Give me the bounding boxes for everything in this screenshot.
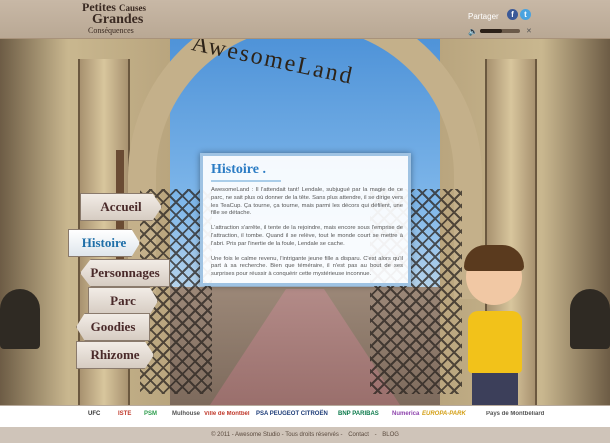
share-label: Partager [468, 12, 499, 21]
facebook-icon[interactable]: f [507, 9, 518, 20]
sponsor-logo[interactable]: PSA PEUGEOT CITROËN [256, 411, 328, 417]
character-shirt [468, 311, 522, 373]
close-icon[interactable]: ✕ [526, 27, 532, 35]
paragraph-2: L'attraction s'arrête, il tente de la re… [211, 225, 403, 247]
sponsor-logo[interactable]: UFC [88, 411, 100, 417]
character-lendale [460, 245, 530, 405]
volume-slider[interactable] [480, 29, 520, 33]
site-logo[interactable]: Petites Causes Grandes Conséquences [82, 1, 162, 36]
audio-player: 🔈 ✕ [468, 27, 538, 36]
nav-parc[interactable]: Parc [88, 287, 158, 315]
sponsor-logo[interactable]: EUROPA-PARK [422, 411, 466, 417]
panel-text: AwesomeLand : Il l'attendait tant! Lenda… [211, 187, 403, 286]
character-hair [464, 245, 524, 271]
nav-accueil[interactable]: Accueil [80, 193, 162, 221]
nav-rhizome[interactable]: Rhizome [76, 341, 154, 369]
title-underline [211, 180, 281, 182]
contact-link[interactable]: Contact [348, 432, 369, 438]
blog-link[interactable]: BLOG [382, 432, 399, 438]
paragraph-1: AwesomeLand : Il l'attendait tant! Lenda… [211, 187, 403, 217]
story-panel: Histoire . AwesomeLand : Il l'attendait … [200, 153, 411, 286]
twitter-icon[interactable]: t [520, 9, 531, 20]
footer-separator: - [374, 432, 377, 438]
paragraph-3: Une fois le calme revenu, l'intrigante j… [211, 255, 403, 278]
speaker-icon[interactable]: 🔈 [468, 27, 478, 36]
nav-histoire[interactable]: Histoire [68, 229, 140, 257]
left-shrub [0, 289, 40, 349]
logo-text-3: Grandes [92, 12, 144, 27]
sponsor-logo[interactable]: PSM [144, 411, 157, 417]
logo-text-4: Conséquences [88, 26, 134, 35]
sponsor-logo[interactable]: Pays de Montbéliard [486, 411, 546, 417]
sponsor-logo[interactable]: Mulhouse [172, 411, 200, 417]
sponsor-logo[interactable]: Numerica [392, 411, 419, 417]
copyright-text: © 2011 - Awesome Studio - Tous droits ré… [211, 432, 343, 438]
character-pants [472, 371, 518, 405]
nav-personnages[interactable]: Personnages [80, 259, 170, 287]
footer: © 2011 - Awesome Studio - Tous droits ré… [0, 427, 610, 443]
right-shrub [570, 289, 610, 349]
sponsor-logo[interactable]: ISTE [118, 411, 131, 417]
top-bar: Petites Causes Grandes Conséquences Part… [0, 0, 610, 39]
volume-level [480, 29, 502, 33]
panel-title: Histoire . [211, 162, 266, 177]
sponsor-bar: UFC ISTE PSM Mulhouse Ville de Montbélia… [0, 405, 610, 428]
sponsor-logo[interactable]: BNP PARIBAS [338, 411, 379, 417]
sponsor-logo[interactable]: Ville de Montbéliard [204, 411, 250, 417]
nav-goodies[interactable]: Goodies [76, 313, 150, 341]
